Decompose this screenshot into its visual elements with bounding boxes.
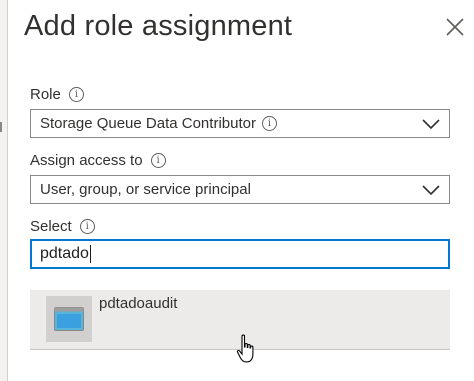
assign-access-value: User, group, or service principal <box>40 181 251 198</box>
chevron-down-icon <box>422 119 440 130</box>
assign-access-dropdown[interactable]: User, group, or service principal <box>30 175 450 204</box>
role-label-row: Role i <box>30 86 84 103</box>
role-info-icon[interactable]: i <box>68 87 84 102</box>
role-label: Role <box>30 86 61 103</box>
role-value-info-icon[interactable]: i <box>261 116 277 131</box>
assign-access-label-row: Assign access to i <box>30 152 166 169</box>
dialog-title: Add role assignment <box>24 10 293 42</box>
left-panel-edge <box>0 0 8 381</box>
select-search-value: pdtado <box>40 245 89 262</box>
assign-access-info-icon[interactable]: i <box>150 153 166 168</box>
search-result-name: pdtadoaudit <box>99 295 178 312</box>
text-caret <box>89 245 91 263</box>
left-panel-tick <box>0 122 2 132</box>
select-search-input[interactable]: pdtado <box>30 239 450 269</box>
close-icon <box>446 18 464 36</box>
role-dropdown[interactable]: Storage Queue Data Contributor i <box>30 109 450 138</box>
hand-pointer-icon <box>236 334 254 363</box>
select-label-row: Select i <box>30 218 95 235</box>
chevron-down-icon <box>422 185 440 196</box>
role-value: Storage Queue Data Contributor <box>40 115 256 132</box>
app-window-icon <box>46 296 92 342</box>
close-button[interactable] <box>444 16 466 38</box>
select-label: Select <box>30 218 72 235</box>
select-info-icon[interactable]: i <box>79 219 95 234</box>
assign-access-label: Assign access to <box>30 152 143 169</box>
role-value-wrap: Storage Queue Data Contributor i <box>40 115 277 132</box>
